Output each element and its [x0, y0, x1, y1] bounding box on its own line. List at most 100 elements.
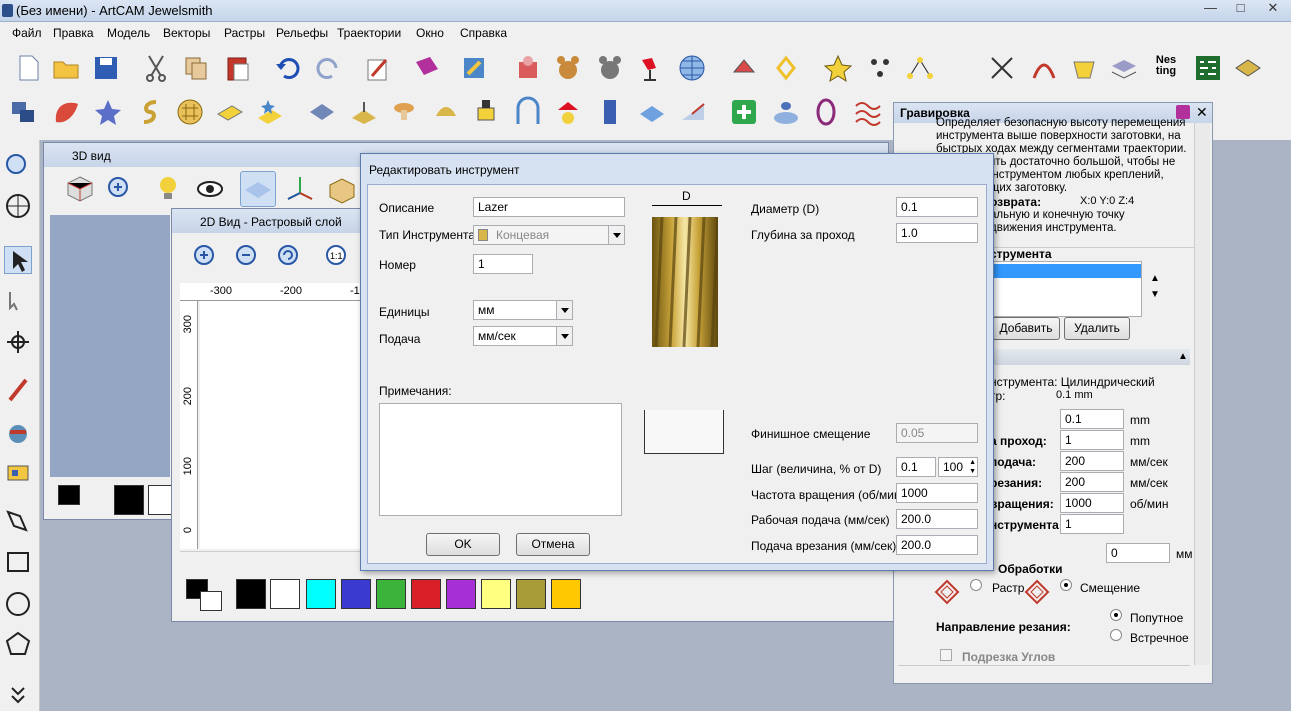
add-relief-icon[interactable] [728, 96, 760, 128]
plunge-feed-field[interactable]: 200.0 [896, 535, 978, 555]
panel-feed-field[interactable]: 200 [1060, 451, 1124, 471]
menu-model[interactable]: Модель [107, 26, 150, 40]
vector-node-icon[interactable] [770, 52, 802, 84]
collapse-icon[interactable]: ▲ [1178, 351, 1190, 363]
dot-pattern-icon[interactable] [864, 52, 896, 84]
panel-toolnum-field[interactable]: 1 [1060, 514, 1124, 534]
vector-edit-icon[interactable] [4, 506, 32, 534]
spinner-arrows-icon[interactable]: ▲ ▼ [969, 458, 976, 476]
zoom-out-2d-icon[interactable] [232, 241, 264, 273]
conventional-radio[interactable] [1110, 629, 1122, 641]
measure-icon[interactable] [4, 458, 32, 486]
tool-database-icon[interactable] [458, 52, 490, 84]
move-up-icon[interactable]: ▲ [1150, 273, 1162, 285]
panel-spindle-field[interactable]: 1000 [1060, 493, 1124, 513]
spin-shape-icon[interactable] [134, 96, 166, 128]
climb-radio[interactable] [1110, 609, 1122, 621]
raster-mode-icon[interactable] [934, 579, 960, 605]
panel-offset-field[interactable]: 0 [1106, 543, 1170, 563]
select-arrow-icon[interactable] [4, 246, 32, 274]
rectangle-icon[interactable] [4, 548, 32, 576]
panel-close-icon[interactable]: ✕ [1196, 104, 1208, 121]
star-relief-icon[interactable] [92, 96, 124, 128]
panel-hscrollbar[interactable] [898, 665, 1190, 681]
leaf-shape-icon[interactable] [50, 96, 82, 128]
swatch-2[interactable] [306, 579, 336, 609]
expand-toolbar-icon[interactable] [4, 680, 32, 708]
sheet-icon[interactable] [1232, 52, 1264, 84]
cancel-button[interactable]: Отмена [516, 533, 590, 556]
work-feed-field[interactable]: 200.0 [896, 509, 978, 529]
panel-depth-field[interactable]: 1 [1060, 430, 1124, 450]
globe-mesh-icon[interactable] [676, 52, 708, 84]
menu-file[interactable]: Файл [12, 26, 42, 40]
paint-icon[interactable] [4, 418, 32, 446]
texture-icon[interactable] [214, 96, 246, 128]
swatch-8[interactable] [516, 579, 546, 609]
wave-icon[interactable] [852, 96, 884, 128]
weave-icon[interactable] [174, 96, 206, 128]
finish-offset-field[interactable]: 0.05 [896, 423, 978, 443]
eye-icon[interactable] [194, 173, 226, 205]
remove-tool-button[interactable]: Удалить [1064, 317, 1130, 340]
panel-plunge-field[interactable]: 200 [1060, 472, 1124, 492]
new-file-icon[interactable] [12, 52, 44, 84]
column-icon[interactable] [594, 96, 626, 128]
view-cube-icon[interactable] [64, 173, 96, 205]
book-icon[interactable] [410, 52, 442, 84]
star-vector-icon[interactable] [822, 52, 854, 84]
plane-icon[interactable] [306, 96, 338, 128]
node-edit-icon[interactable] [4, 288, 32, 316]
add-tool-button[interactable]: Добавить [992, 317, 1060, 340]
swatch-3[interactable] [341, 579, 371, 609]
secondary-color-swatch[interactable] [200, 591, 222, 611]
layer-stack-icon[interactable] [8, 96, 40, 128]
ok-button[interactable]: OK [426, 533, 500, 556]
type-combo[interactable]: Концевая [473, 225, 625, 245]
swatch-9[interactable] [551, 579, 581, 609]
swatch-6[interactable] [446, 579, 476, 609]
units-combo[interactable]: мм [473, 300, 573, 320]
move-down-icon[interactable]: ▼ [1150, 289, 1162, 301]
light-icon[interactable] [152, 173, 184, 205]
zoom-in-2d-icon[interactable] [190, 241, 222, 273]
star-texture-icon[interactable] [254, 96, 286, 128]
layers-icon[interactable] [1108, 52, 1140, 84]
nesting-button[interactable]: Nes ting [1150, 52, 1182, 84]
zoom-view-icon[interactable] [4, 152, 32, 180]
open-folder-icon[interactable] [50, 52, 82, 84]
panel-vscrollbar[interactable] [1194, 123, 1210, 665]
polygon-icon[interactable] [4, 630, 32, 658]
toy-icon[interactable] [512, 52, 544, 84]
copy-icon[interactable] [180, 52, 212, 84]
mushroom-icon[interactable] [388, 96, 420, 128]
raster-radio[interactable] [970, 579, 982, 591]
menu-window[interactable]: Окно [416, 26, 444, 40]
trim-vector-icon[interactable] [986, 52, 1018, 84]
vector-fill-icon[interactable] [1068, 52, 1100, 84]
stamp-icon[interactable] [470, 96, 502, 128]
swatch-0[interactable] [236, 579, 266, 609]
panel-diameter-field[interactable]: 0.1 [1060, 409, 1124, 429]
teddy-bear-icon[interactable] [552, 52, 584, 84]
globe-icon[interactable] [4, 192, 32, 220]
sculpt-icon[interactable] [348, 96, 380, 128]
bear-gray-icon[interactable] [594, 52, 626, 84]
vector-shape-icon[interactable] [728, 52, 760, 84]
stepover-field[interactable]: 0.1 [896, 457, 936, 477]
menu-toolpaths[interactable]: Траектории [337, 26, 401, 40]
fg-color-swatch[interactable] [58, 485, 80, 505]
pen-icon[interactable] [4, 376, 32, 404]
desc-field[interactable]: Lazer [473, 197, 625, 217]
maximize-button[interactable]: □ [1226, 0, 1255, 18]
stepover-percent-spinner[interactable]: 100 ▲ ▼ [938, 457, 978, 477]
zoom-previous-icon[interactable] [274, 241, 306, 273]
paste-icon[interactable] [222, 52, 254, 84]
feed-units-combo[interactable]: мм/сек [473, 326, 573, 346]
tool-list[interactable] [990, 261, 1142, 317]
smooth-icon[interactable] [430, 96, 462, 128]
circle-icon[interactable] [4, 590, 32, 618]
box-icon[interactable] [326, 173, 358, 205]
crescent-icon[interactable] [944, 52, 976, 84]
save-icon[interactable] [90, 52, 122, 84]
